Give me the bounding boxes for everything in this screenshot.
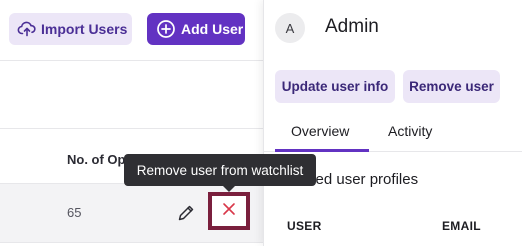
tab-overview[interactable]: Overview (291, 123, 349, 139)
divider (0, 128, 263, 129)
table-row: 65 (0, 184, 263, 242)
active-tab-indicator (275, 149, 369, 152)
pencil-icon[interactable] (175, 202, 197, 224)
add-user-label: Add User (181, 21, 244, 37)
divider (0, 242, 263, 243)
add-user-button[interactable]: Add User (147, 13, 245, 45)
remove-from-watchlist-button[interactable] (208, 192, 250, 230)
import-users-button[interactable]: Import Users (9, 13, 132, 45)
users-list-pane: Import Users Add User No. of Open Issues… (0, 0, 263, 246)
tab-activity[interactable]: Activity (388, 123, 432, 139)
import-users-label: Import Users (41, 21, 128, 37)
user-detail-panel: A Admin Update user info Remove user Ove… (263, 0, 522, 246)
column-header-user: USER (287, 219, 322, 233)
cloud-upload-icon (17, 19, 37, 39)
avatar: A (275, 13, 305, 43)
plus-circle-icon (156, 19, 176, 39)
update-user-info-button[interactable]: Update user info (275, 70, 395, 103)
column-header-email: EMAIL (442, 219, 481, 233)
user-name: Admin (325, 16, 379, 37)
divider (0, 60, 263, 61)
open-issues-count: 65 (67, 205, 82, 220)
page: Import Users Add User No. of Open Issues… (0, 0, 522, 246)
remove-user-button[interactable]: Remove user (403, 70, 500, 103)
close-icon (222, 202, 236, 221)
tooltip: Remove user from watchlist (124, 154, 316, 192)
